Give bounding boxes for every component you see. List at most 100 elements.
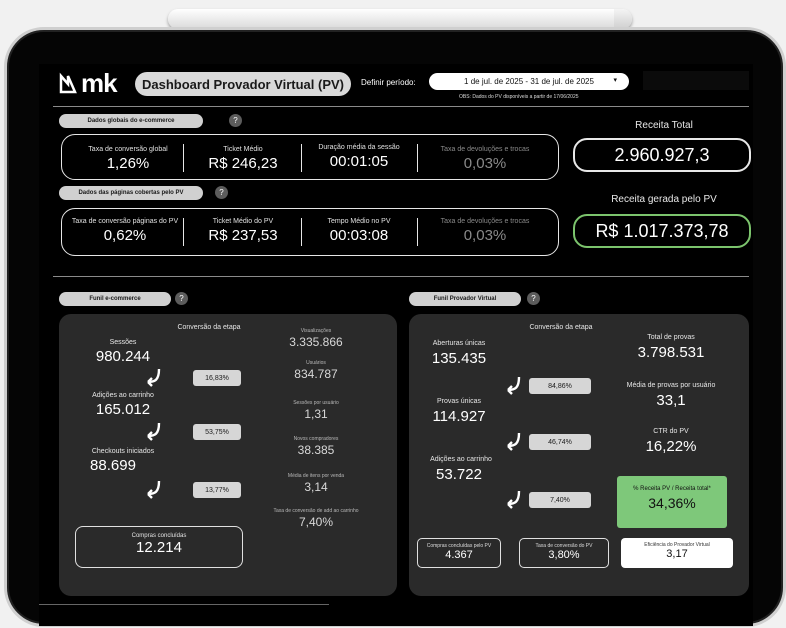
- kpi-label: Ticket Médio: [223, 146, 263, 153]
- kpi-separator: [301, 218, 302, 246]
- kpi-separator: [417, 218, 418, 246]
- logo-mark-icon: [59, 72, 77, 94]
- divider-middle: [53, 276, 749, 277]
- chevron-down-icon: ▾: [613, 77, 617, 84]
- stat-value: 38.385: [297, 443, 335, 457]
- dashboard-screen: mk Dashboard Provador Virtual (PV) Defin…: [39, 64, 753, 626]
- kpi-value: 0,03%: [463, 227, 507, 244]
- kpi-value: 00:03:08: [329, 227, 389, 244]
- section-funnel-ecom-label: Funil e-commerce: [59, 292, 171, 306]
- stat-value: 1,31: [304, 407, 328, 421]
- step-label: Provas únicas: [437, 398, 481, 405]
- step-value: 980.244: [95, 348, 151, 365]
- section-funnel-pv-label: Funil Provador Virtual: [409, 292, 521, 306]
- stat-value: 3,14: [304, 480, 328, 494]
- stylus-pencil: [168, 9, 632, 29]
- stage-header: Conversão da etapa: [529, 324, 593, 331]
- stage-header: Conversão da etapa: [177, 324, 241, 331]
- kpi-label: Taxa de conversão global: [88, 146, 168, 153]
- stat-label: Média de itens por venda: [287, 473, 345, 479]
- section-pages-label: Dados das páginas cobertas pelo PV: [59, 186, 203, 200]
- rate-badge: 53,75%: [193, 424, 241, 440]
- help-icon[interactable]: ?: [527, 292, 540, 305]
- metric-label: CTR do PV: [653, 428, 689, 435]
- final-value: 12.214: [136, 539, 182, 556]
- arrow-down-left-icon: [507, 432, 521, 451]
- rate-badge: 7,40%: [529, 492, 591, 508]
- rate-badge: 84,86%: [529, 378, 591, 394]
- stat-label: Novos compradores: [293, 436, 339, 442]
- total-revenue-label: Receita Total: [635, 120, 693, 131]
- kpi-label: Duração média da sessão: [318, 144, 400, 151]
- kpi-pages-conversion: Taxa de conversão páginas do PV 0,62%: [65, 218, 185, 244]
- kpi-global-conversion: Taxa de conversão global 1,26%: [73, 146, 183, 172]
- stat-value: 3.335.866: [289, 335, 343, 349]
- help-icon[interactable]: ?: [215, 186, 228, 199]
- step-label: Sessões: [109, 339, 137, 346]
- share-label: % Receita PV / Receita total*: [633, 486, 711, 492]
- arrow-down-left-icon: [507, 376, 521, 395]
- kpi-label: Taxa de devoluções e trocas: [440, 218, 530, 225]
- pv-revenue-value: R$ 1.017.373,78: [573, 214, 751, 248]
- completed-purchases-box: Compras concluídas 12.214: [75, 526, 243, 568]
- arrow-down-left-icon: [147, 422, 161, 441]
- stat-label: Visualizações: [300, 328, 332, 334]
- kpi-pages-ticket: Ticket Médio do PV R$ 237,53: [189, 218, 297, 244]
- period-label: Definir período:: [361, 78, 416, 87]
- pv-revenue-label: Receita gerada pelo PV: [611, 194, 717, 205]
- kpi-pages-returns: Taxa de devoluções e trocas 0,03%: [425, 218, 545, 244]
- step-label: Adições ao carrinho: [92, 392, 154, 399]
- kpi-value: R$ 237,53: [208, 227, 278, 244]
- kpi-separator: [417, 144, 418, 172]
- pv-efficiency-card: Eficiência do Provador Virtual 3,17: [621, 538, 733, 568]
- help-icon[interactable]: ?: [229, 114, 242, 127]
- kpi-label: Tempo Médio no PV: [327, 218, 391, 225]
- metric-label: Total de provas: [647, 334, 695, 341]
- bottom-divider: [39, 604, 329, 605]
- pv-revenue-share-card: % Receita PV / Receita total* 34,36%: [617, 476, 727, 528]
- kpi-value: R$ 246,23: [208, 155, 278, 172]
- divider-top: [53, 106, 749, 107]
- stat-label: Usuários: [306, 360, 326, 366]
- help-icon[interactable]: ?: [175, 292, 188, 305]
- stat-label: Sessões por usuário: [293, 400, 339, 406]
- step-value: 53.722: [436, 466, 482, 483]
- kpi-label: Taxa de devoluções e trocas: [440, 146, 530, 153]
- metric-label: Média de provas por usuário: [626, 382, 716, 389]
- period-note: OBS: Dados do PV disponíveis a partir de…: [459, 94, 579, 100]
- metric-value: 33,1: [656, 392, 686, 409]
- stat-label: Taxa de conversão de add ao carrinho: [273, 508, 359, 514]
- total-revenue-value: 2.960.927,3: [573, 138, 751, 172]
- arrow-down-left-icon: [147, 368, 161, 387]
- metric-value: 16,22%: [645, 438, 697, 455]
- stat-value: 834.787: [294, 367, 338, 381]
- step-value: 88.699: [90, 457, 136, 474]
- stat-value: 7,40%: [298, 515, 334, 529]
- step-value: 165.012: [95, 401, 151, 418]
- step-value: 135.435: [431, 350, 487, 367]
- kpi-global-session: Duração média da sessão 00:01:05: [305, 144, 413, 170]
- box-value: 3,17: [666, 548, 688, 560]
- share-value: 34,36%: [648, 495, 696, 511]
- section-global-label: Dados globais do e-commerce: [59, 114, 203, 128]
- rate-badge: 16,83%: [193, 370, 241, 386]
- pv-purchases-box: Compras concluídas pelo PV 4.367: [417, 538, 501, 568]
- kpi-separator: [301, 144, 302, 172]
- kpi-label: Taxa de conversão páginas do PV: [71, 218, 179, 225]
- step-label: Aberturas únicas: [432, 340, 486, 347]
- kpi-pages-time: Tempo Médio no PV 00:03:08: [305, 218, 413, 244]
- box-value: 3,80%: [548, 549, 580, 561]
- device-stage: mk Dashboard Provador Virtual (PV) Defin…: [0, 0, 786, 628]
- header-blank-box: [643, 71, 749, 90]
- pv-conversion-box: Taxa de conversão do PV 3,80%: [519, 538, 609, 568]
- arrow-down-left-icon: [507, 490, 521, 509]
- step-value: 114.927: [432, 408, 486, 425]
- period-value: 1 de jul. de 2025 - 31 de jul. de 2025: [464, 77, 594, 86]
- period-select[interactable]: 1 de jul. de 2025 - 31 de jul. de 2025 ▾: [429, 73, 629, 90]
- mk-logo: mk: [59, 68, 118, 98]
- kpi-value: 0,03%: [463, 155, 507, 172]
- step-label: Checkouts iniciados: [91, 448, 155, 455]
- kpi-label: Ticket Médio do PV: [212, 218, 274, 225]
- kpi-separator: [183, 144, 184, 172]
- rate-badge: 46,74%: [529, 434, 591, 450]
